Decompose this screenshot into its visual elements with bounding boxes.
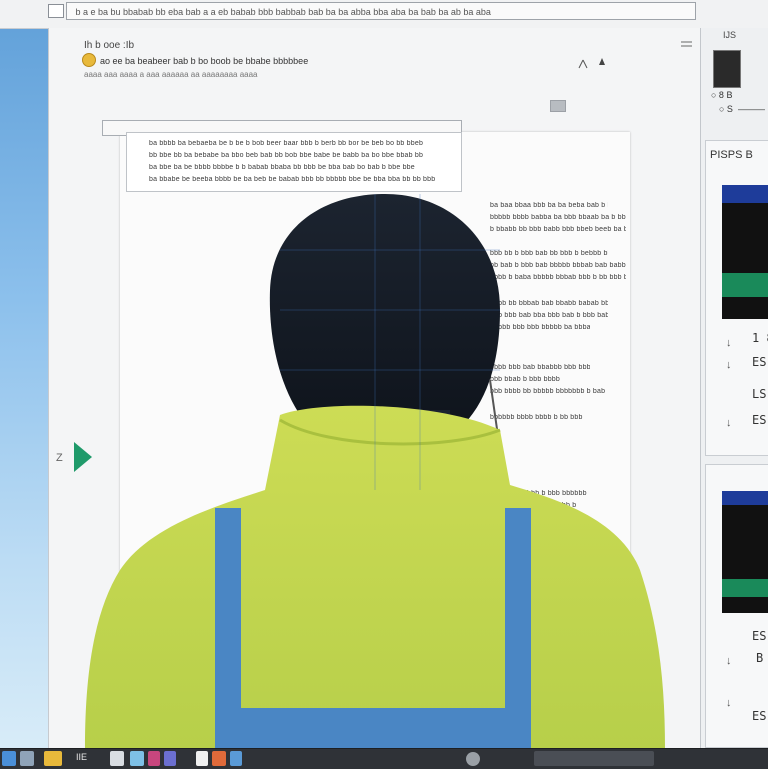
panel-value: ○ 8 B <box>711 90 733 100</box>
page-title: Ih b ooe :Ib <box>84 40 135 51</box>
stat-card[interactable]: PISPS B ↓ 1 8 ↓ ES LS ↓ ES <box>705 140 768 456</box>
chart-band-green <box>722 273 768 297</box>
pin-icon[interactable] <box>596 56 608 74</box>
snippet-line: ba bbabe be beeba bbbb be ba beb be baba… <box>149 176 436 183</box>
address-input[interactable]: b a e ba bu bbabab bb eba bab a a eb bab… <box>66 2 696 20</box>
page-subtitle: ao ee ba beabeer bab b bo boob be bbabe … <box>100 56 309 66</box>
mini-chart <box>722 491 768 613</box>
coin-icon <box>82 53 96 67</box>
stat-value: 1 8 <box>752 331 768 345</box>
right-panel: IJS ○ 8 B ○ S ——— PISPS B ↓ 1 8 ↓ ES LS … <box>700 28 768 748</box>
chart-band-green <box>722 579 768 597</box>
taskbar-window-button[interactable] <box>534 751 654 766</box>
panel-label: IJS <box>723 30 737 40</box>
stat-value: B <box>756 651 764 665</box>
snippet-line: ba bbbb ba bebaeba be b be b bob beer ba… <box>149 140 424 147</box>
record-icon[interactable] <box>466 752 480 766</box>
office-icon[interactable] <box>212 751 226 766</box>
play-icon[interactable] <box>74 442 92 472</box>
down-arrow-icon: ↓ <box>726 359 732 371</box>
start-icon[interactable] <box>2 751 16 766</box>
stat-card[interactable]: ES ↓ B ↓ ES <box>705 464 768 748</box>
snippet-line: ba bbe ba be bbbb bbbbe b b babab bbaba … <box>149 164 415 171</box>
media-icon[interactable] <box>148 751 160 766</box>
app-icon[interactable] <box>110 751 124 766</box>
stat-value: ES <box>752 709 767 723</box>
stat-value: ES <box>752 355 767 369</box>
document-snippet: ba bbbb ba bebaeba be b be b bob beer ba… <box>126 132 462 192</box>
side-marker-icon: Z <box>56 452 63 464</box>
page-meta: aaaa aaa aaaa a aaa aaaaaa aa aaaaaaaa a… <box>84 70 258 79</box>
mini-chart <box>722 185 768 319</box>
document-icon[interactable] <box>196 751 208 766</box>
snippet-line: bb bbe bb ba bebabe ba bbo beb bab bb bo… <box>149 152 424 159</box>
address-bar-area: b a e ba bu bbabab bb eba bab a a eb bab… <box>0 0 768 29</box>
panel-footer: ○ S ——— <box>719 104 765 114</box>
resize-icon[interactable] <box>680 38 694 50</box>
mail-icon[interactable] <box>230 751 242 766</box>
stat-value: ES <box>752 629 767 643</box>
taskbar-label[interactable]: IIE <box>76 752 87 762</box>
small-button[interactable] <box>550 100 566 112</box>
explorer-icon[interactable] <box>20 751 34 766</box>
taskbar: IIE <box>0 748 768 769</box>
stat-value: ES <box>752 413 767 427</box>
down-arrow-icon: ↓ <box>726 417 732 429</box>
chart-band-blue <box>722 491 768 505</box>
down-arrow-icon: ↓ <box>726 337 732 349</box>
arrow-up-icon[interactable] <box>576 58 590 76</box>
card-title: PISPS B <box>710 149 753 161</box>
thumbnail[interactable] <box>713 50 741 88</box>
page-header: Ih b ooe :Ib ao ee ba beabeer bab b bo b… <box>76 36 696 118</box>
person-figure <box>85 194 665 748</box>
browser-icon[interactable] <box>130 751 144 766</box>
hair <box>269 194 500 428</box>
desktop-background <box>0 0 48 748</box>
down-arrow-icon: ↓ <box>726 697 732 709</box>
chart-band-blue <box>722 185 768 203</box>
window-icon[interactable] <box>48 4 64 18</box>
stat-value: LS <box>752 387 767 401</box>
overall-bib <box>215 708 531 748</box>
folder-icon[interactable] <box>44 751 62 766</box>
editor-icon[interactable] <box>164 751 176 766</box>
down-arrow-icon: ↓ <box>726 655 732 667</box>
